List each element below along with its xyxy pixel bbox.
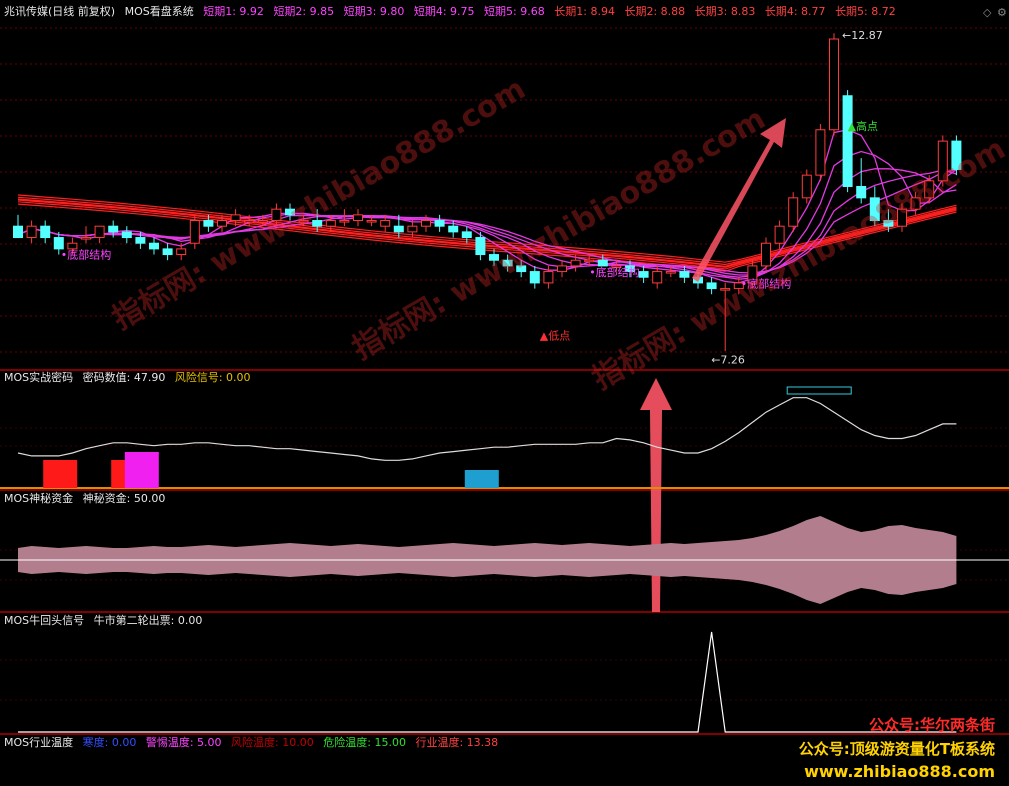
short-period-1: 短期1: 9.92: [203, 5, 264, 18]
short-period-5: 短期5: 9.68: [484, 5, 545, 18]
long-period-1: 长期1: 8.94: [554, 5, 615, 18]
secret-panel-header: MOS实战密码 密码数值: 47.90 风险信号: 0.00: [4, 371, 257, 385]
candle-body-30: [421, 220, 431, 227]
candle-body-33: [461, 231, 472, 239]
candle-body-16: [230, 214, 241, 222]
bottom-structure-label-1: •底部结构: [61, 248, 112, 262]
bull-value: 牛市第二轮出票: 0.00: [93, 614, 203, 627]
high-point-label: ▲高点: [848, 119, 878, 133]
candle-body-42: [584, 259, 595, 263]
candle-body-49: [679, 271, 690, 278]
candle-body-12: [176, 248, 187, 256]
temp-panel-title[interactable]: MOS行业温度: [4, 736, 73, 749]
high-price-label: ←12.87: [842, 29, 883, 42]
candle-body-31: [434, 220, 445, 227]
temp-panel-header: MOS行业温度 寒度: 0.00 警惕温度: 5.00 风险温度: 10.00 …: [4, 736, 504, 750]
main-header: 兆讯传媒(日线 前复权) MOS看盘系统 短期1: 9.92 短期2: 9.85…: [4, 5, 902, 19]
watermark-line-1: 公众号:华尔两条街: [869, 716, 995, 734]
candle-body-27: [380, 220, 391, 227]
fund-panel-header: MOS神秘资金 神秘资金: 50.00: [4, 492, 171, 506]
candle-body-51: [706, 282, 717, 290]
temp-industry: 行业温度: 13.38: [415, 736, 499, 749]
long-period-4: 长期4: 8.77: [764, 5, 826, 18]
secret-panel-title[interactable]: MOS实战密码: [4, 371, 73, 384]
candle-body-29: [407, 225, 418, 233]
secret-line: [17, 397, 957, 461]
temp-risk: 风险温度: 10.00: [231, 736, 314, 749]
temp-danger: 危险温度: 15.00: [323, 736, 406, 749]
low-price-label: ←7.26: [711, 353, 745, 366]
candle-body-5: [81, 237, 91, 240]
candle-body-62: [856, 185, 867, 199]
candle-body-40: [557, 265, 567, 273]
risk-signal: 风险信号: 0.00: [174, 371, 251, 384]
watermark-line-3: www.zhibiao888.com: [804, 762, 995, 781]
candle-body-32: [448, 225, 459, 233]
candle-body-39: [543, 271, 554, 284]
secret-bar-0: [43, 460, 78, 488]
settings-icon[interactable]: ⚙: [997, 6, 1007, 19]
indicator-name[interactable]: MOS看盘系统: [125, 5, 194, 18]
candle-body-7: [108, 225, 119, 233]
candle-body-48: [665, 271, 676, 274]
candle-body-47: [652, 271, 663, 284]
short-period-4: 短期4: 9.75: [413, 5, 475, 18]
secret-bar-3: [464, 470, 499, 488]
candle-body-2: [40, 225, 51, 239]
candle-body-41: [570, 259, 581, 267]
candle-body-10: [149, 242, 159, 250]
candle-body-1: [26, 225, 37, 239]
candle-body-15: [217, 220, 227, 227]
long-period-5: 长期5: 8.72: [835, 5, 896, 18]
candle-body-60: [829, 38, 839, 131]
candle-body-56: [774, 225, 785, 244]
candle-body-28: [393, 225, 404, 233]
diamond-icon[interactable]: ◇: [983, 6, 991, 19]
long-period-2: 长期2: 8.88: [624, 5, 686, 18]
candle-body-8: [121, 231, 132, 239]
candle-body-13: [189, 220, 200, 244]
candle-body-9: [135, 237, 146, 244]
candle-body-11: [162, 248, 173, 256]
candle-body-43: [597, 259, 608, 267]
stock-title[interactable]: 兆讯传媒(日线 前复权): [4, 5, 115, 18]
bull-panel-title[interactable]: MOS牛回头信号: [4, 614, 84, 627]
candle-body-24: [339, 220, 350, 223]
candle-body-57: [788, 197, 799, 227]
long-period-3: 长期3: 8.83: [694, 5, 756, 18]
candle-body-26: [366, 220, 377, 223]
bottom-structure-label-2: •底部结构: [589, 265, 640, 279]
secret-peak-box: [786, 386, 852, 395]
candle-body-0: [13, 225, 23, 239]
candle-body-61: [842, 95, 853, 187]
fund-value: 神秘资金: 50.00: [82, 492, 166, 505]
fund-panel-title[interactable]: MOS神秘资金: [4, 492, 73, 505]
short-period-2: 短期2: 9.85: [273, 5, 335, 18]
bull-panel-header: MOS牛回头信号 牛市第二轮出票: 0.00: [4, 614, 208, 628]
short-period-3: 短期3: 9.80: [343, 5, 405, 18]
arrow-sub-icon: [640, 378, 672, 612]
secret-value: 密码数值: 47.90: [82, 371, 166, 384]
secret-bar-2: [124, 452, 159, 488]
candle-body-14: [203, 220, 214, 227]
temp-alert: 警惕温度: 5.00: [145, 736, 222, 749]
candle-body-25: [353, 214, 363, 222]
candle-body-6: [94, 225, 105, 239]
watermark-line-2: 公众号:顶级游资量化T板系统: [798, 740, 995, 758]
candle-body-3: [53, 237, 64, 250]
temp-cold: 寒度: 0.00: [82, 736, 137, 749]
candle-body-38: [529, 271, 540, 284]
candle-body-34: [475, 237, 486, 256]
low-point-label: ▲低点: [540, 330, 570, 343]
chart-canvas: ←12.87▲高点←7.26▲低点•底部结构•底部结构•底部结构指标网: www…: [0, 27, 1009, 735]
candle-body-46: [638, 271, 649, 278]
bull-signal-line: [18, 631, 957, 733]
candle-body-23: [325, 220, 336, 227]
candle-body-59: [815, 129, 826, 176]
candle-body-58: [801, 174, 812, 199]
